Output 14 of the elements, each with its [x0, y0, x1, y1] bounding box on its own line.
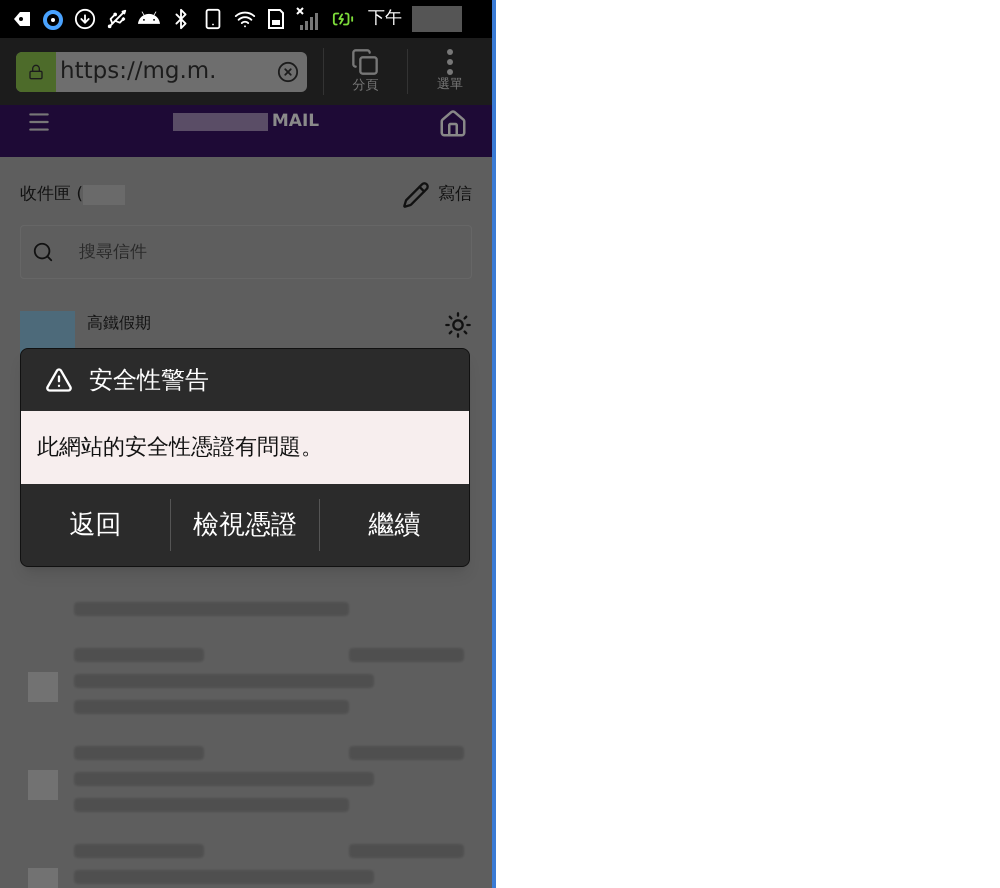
dialog-button[interactable]: 返回 [21, 499, 170, 551]
dialog-button[interactable]: 繼續 [319, 499, 469, 551]
mail-subject: 高鐵假期 [87, 312, 152, 334]
tabs-button[interactable]: 分頁 [322, 48, 392, 96]
compose-button[interactable]: 寫信 [402, 181, 472, 209]
dialog-title: 安全性警告 [89, 365, 209, 396]
clock-time: 下午 [368, 7, 402, 30]
logo-text: MAIL [272, 110, 320, 133]
menu-button[interactable]: 選單 [407, 48, 476, 94]
url-text: https://mg.m. [60, 57, 218, 86]
dialog-button[interactable]: 檢視憑證 [170, 499, 320, 551]
inbox-title: 收件匣 ( [20, 183, 84, 206]
dialog-message: 此網站的安全性憑證有問題。 [37, 434, 323, 462]
url-field[interactable]: https://mg.m. [16, 52, 307, 92]
